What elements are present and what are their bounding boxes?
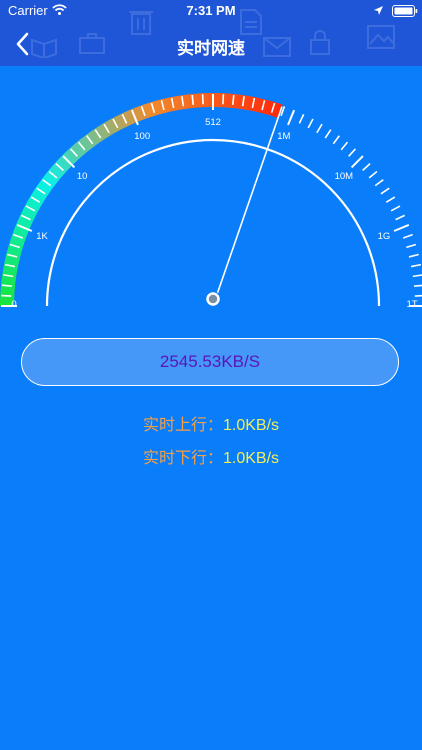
location-arrow-icon	[374, 6, 383, 15]
gauge-needle	[216, 106, 283, 294]
upload-rate: 实时上行：1.0KB/s	[0, 411, 422, 435]
status-time: 7:31 PM	[186, 3, 236, 18]
page-title: 实时网速	[177, 39, 245, 58]
gauge-label-1t: 1T	[406, 299, 417, 310]
gauge-label-0: 0	[11, 299, 16, 310]
gauge-color-band	[0, 93, 283, 306]
gauge-label-512: 512	[205, 117, 221, 128]
gauge-inner-arc	[45, 138, 381, 307]
upload-value: 1.0KB/s	[222, 417, 280, 434]
gauge-scale-labels: 0 1K 10 100 512 1M 10M 1G 1T	[11, 117, 417, 310]
speed-gauge: 0 1K 10 100 512 1M 10M 1G 1T	[0, 93, 422, 310]
speed-readout: 2545.53KB/S	[21, 338, 399, 386]
header: Carrier 7:31 PM 实时网速	[0, 0, 422, 66]
download-value: 1.0KB/s	[222, 450, 280, 467]
battery-icon	[392, 5, 418, 17]
gauge-label-10: 10	[77, 171, 88, 182]
gauge-label-1g: 1G	[378, 231, 391, 242]
gauge-label-10m: 10M	[335, 171, 354, 182]
gauge-label-1k: 1K	[36, 231, 48, 242]
gauge-label-100: 100	[134, 131, 150, 142]
gauge-hub	[206, 292, 220, 306]
download-label: 实时下行：	[142, 450, 223, 467]
download-rate: 实时下行：1.0KB/s	[0, 444, 422, 468]
upload-label: 实时上行：	[142, 417, 223, 434]
nav-bar: 实时网速	[0, 22, 422, 66]
status-bar: Carrier 7:31 PM	[0, 0, 422, 22]
gauge-label-1m: 1M	[277, 131, 290, 142]
